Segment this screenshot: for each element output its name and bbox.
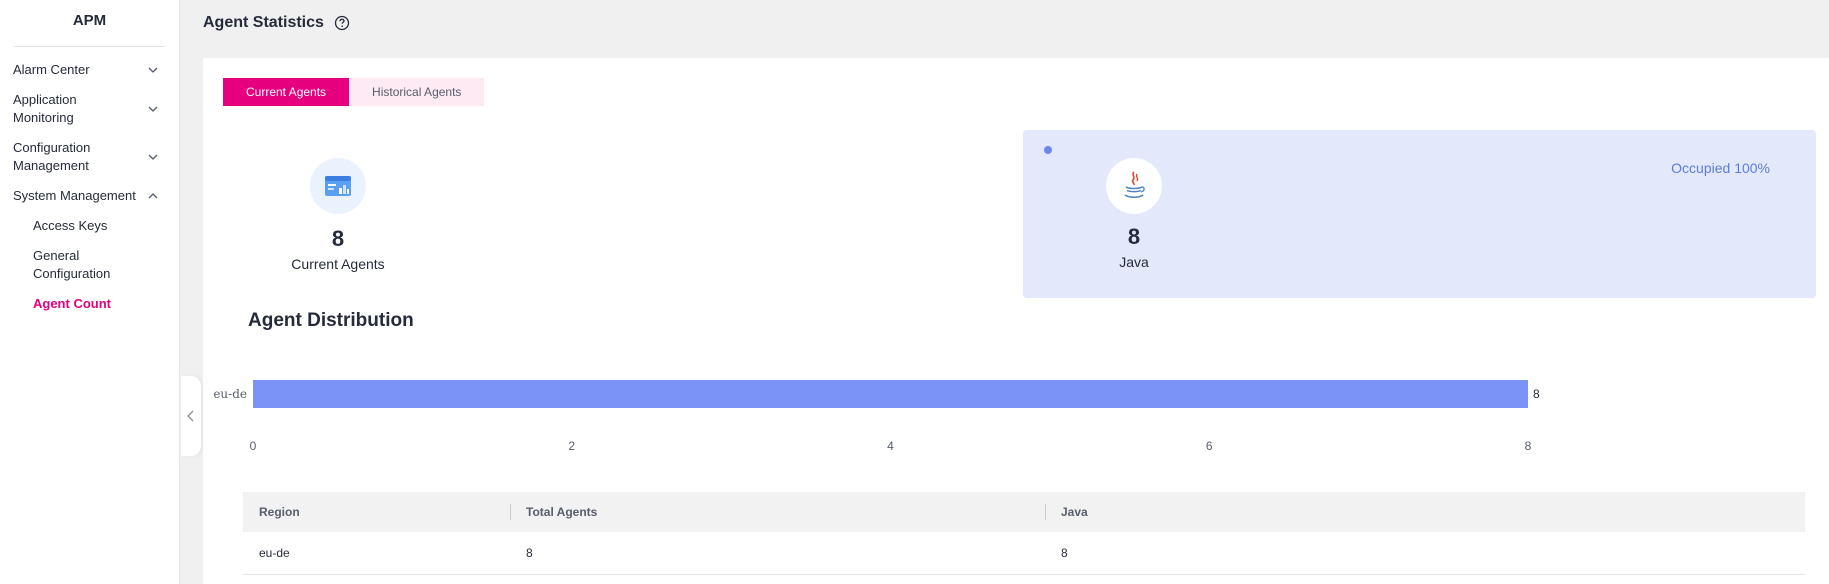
chevron-down-icon: [148, 154, 158, 160]
column-header-java: Java: [1045, 492, 1805, 532]
occupied-percentage: Occupied 100%: [1671, 160, 1770, 176]
table-row: eu-de 8 8: [243, 532, 1805, 575]
java-agents-label: Java: [1119, 254, 1149, 270]
sidebar-divider: [14, 46, 165, 47]
data-label: 8: [1533, 387, 1540, 401]
x-tick-label: 4: [887, 439, 894, 453]
app-title: APM: [72, 12, 107, 29]
page-title: Agent Statistics: [203, 14, 324, 31]
chevron-down-icon: [148, 106, 158, 112]
java-agents-panel: 8 Java Occupied 100%: [1023, 130, 1816, 298]
current-agents-label: Current Agents: [291, 256, 385, 272]
sidebar-item-label: Application Monitoring: [13, 92, 77, 125]
sidebar-item-label: Configuration Management: [13, 140, 91, 173]
java-agents-count: 8: [1127, 224, 1141, 249]
sidebar-subitem-access-keys[interactable]: Access Keys: [0, 211, 179, 241]
x-tick-label: 8: [1525, 439, 1532, 453]
x-tick-label: 0: [250, 439, 257, 453]
column-header-region: Region: [243, 492, 510, 532]
java-stat: 8 Java: [1089, 158, 1179, 270]
chevron-down-icon: [148, 67, 158, 73]
sidebar-subitem-general-configuration[interactable]: General Configuration: [0, 241, 179, 289]
table-cell-region: eu-de: [243, 532, 510, 575]
agent-distribution-title: Agent Distribution: [248, 310, 414, 331]
table-header-row: Region Total Agents Java: [243, 492, 1805, 532]
agent-region-table: Region Total Agents Java eu-de 8 8: [243, 492, 1805, 575]
status-dot: [1044, 146, 1052, 154]
table-cell-total-agents: 8: [510, 532, 1045, 575]
tab-current-agents[interactable]: Current Agents: [223, 78, 350, 106]
page-header: Agent Statistics: [203, 14, 350, 32]
sidebar-item-system-management[interactable]: System Management: [0, 181, 179, 211]
sidebar-collapse-button[interactable]: [181, 376, 201, 456]
tab-group: Current Agents Historical Agents: [223, 78, 485, 106]
tab-historical-agents[interactable]: Historical Agents: [349, 78, 485, 106]
agent-dashboard-icon: [310, 158, 366, 214]
category-label: eu-de: [213, 387, 247, 401]
x-tick-label: 6: [1206, 439, 1213, 453]
column-header-total-agents: Total Agents: [510, 492, 1045, 532]
sidebar-subitem-agent-count[interactable]: Agent Count: [0, 289, 179, 319]
main-card: Current Agents Historical Agents 8 Curre…: [203, 58, 1829, 584]
table-cell-java: 8: [1045, 532, 1805, 575]
sidebar-item-configuration-management[interactable]: Configuration Management: [0, 133, 179, 181]
current-agents-count: 8: [331, 226, 345, 251]
bar-eu-de: [253, 380, 1528, 408]
java-icon: [1106, 158, 1162, 214]
sidebar-item-application-monitoring[interactable]: Application Monitoring: [0, 85, 179, 133]
chevron-left-icon: [187, 410, 194, 422]
sidebar-item-label: Alarm Center: [13, 62, 90, 77]
sidebar-item-alarm-center[interactable]: Alarm Center: [0, 55, 179, 85]
chevron-up-icon: [148, 193, 158, 199]
x-tick-label: 2: [568, 439, 575, 453]
sidebar: APM Alarm Center Application Monitoring …: [0, 0, 180, 584]
current-agents-stat: 8 Current Agents: [273, 158, 403, 272]
question-circle-icon[interactable]: [334, 15, 350, 31]
sidebar-item-label: System Management: [13, 188, 136, 203]
